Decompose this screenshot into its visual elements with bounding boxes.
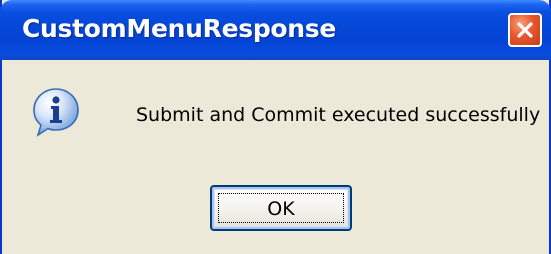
titlebar[interactable]: CustomMenuResponse [0, 0, 551, 60]
dialog-content: Submit and Commit executed successfully … [2, 60, 549, 254]
ok-button[interactable]: OK [210, 185, 352, 231]
info-icon [30, 86, 82, 138]
dialog-message: Submit and Commit executed successfully [136, 104, 541, 126]
close-icon [517, 22, 533, 38]
close-button[interactable] [508, 13, 542, 47]
ok-button-label: OK [267, 198, 295, 220]
message-dialog: CustomMenuResponse Submit and Commit exe… [0, 0, 551, 254]
window-title: CustomMenuResponse [22, 14, 337, 43]
